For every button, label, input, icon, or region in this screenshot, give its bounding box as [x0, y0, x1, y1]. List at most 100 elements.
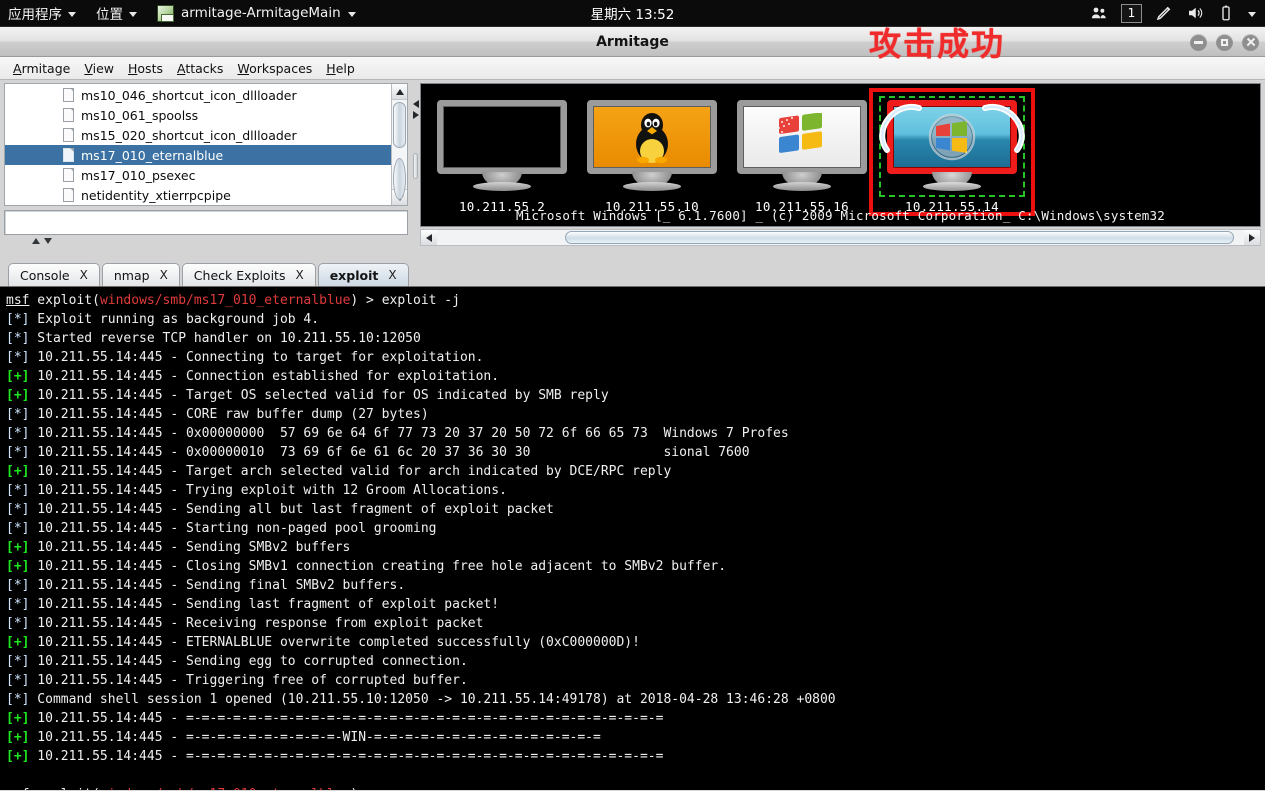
tab-close-icon[interactable]: X — [295, 268, 303, 282]
console-module-path: windows/smb/ms17_010_eternalblue — [99, 293, 351, 308]
console-line: [*] 10.211.55.14:445 - Receiving respons… — [6, 614, 1265, 633]
document-icon — [63, 168, 74, 182]
monitor-screen — [737, 100, 867, 174]
scrollbar-thumb[interactable] — [565, 231, 1234, 244]
console-line-text: 10.211.55.14:445 - Target arch selected … — [29, 464, 672, 479]
module-tree-item[interactable]: netidentity_xtierrpcpipe — [5, 185, 391, 205]
tab-close-icon[interactable]: X — [80, 268, 88, 282]
module-tree-item[interactable]: ms10_046_shortcut_icon_dllloader — [5, 85, 391, 105]
split-pane-divider[interactable] — [411, 80, 420, 248]
collapse-right-icon[interactable] — [412, 111, 419, 119]
minimize-button[interactable] — [1190, 33, 1207, 51]
console-line: [*] 10.211.55.14:445 - Sending last frag… — [6, 595, 1265, 614]
tab-exploit[interactable]: exploit X — [317, 263, 409, 286]
host-node[interactable]: 10.211.55.2 — [429, 98, 575, 214]
tab-check-exploits[interactable]: Check Exploits X — [181, 263, 316, 286]
tux-linux-icon — [636, 113, 668, 164]
console-line-text: 10.211.55.14:445 - Sending egg to corrup… — [29, 654, 468, 669]
console-line: [*] 10.211.55.14:445 - Sending egg to co… — [6, 652, 1265, 671]
module-tree-item[interactable]: ms10_061_spoolss — [5, 105, 391, 125]
collapse-down-icon[interactable] — [44, 237, 52, 244]
window-titlebar[interactable]: Armitage — [0, 27, 1265, 57]
armitage-app-icon — [157, 4, 174, 22]
taskbar-window-armitage[interactable]: armitage-ArmitageMain — [147, 0, 366, 27]
module-tree-item-label: ms10_046_shortcut_icon_dllloader — [81, 87, 297, 103]
host-node[interactable]: 10.211.55.16 — [729, 98, 875, 214]
module-tree-item-selected[interactable]: ms17_010_eternalblue — [5, 145, 391, 165]
host-node[interactable]: 10.211.55.10 — [579, 98, 725, 214]
console-output[interactable]: msf exploit(windows/smb/ms17_010_eternal… — [0, 287, 1265, 790]
console-info-marker: [*] — [6, 331, 30, 346]
chevron-down-icon[interactable] — [1248, 11, 1256, 17]
scrollbar-thumb-secondary[interactable] — [392, 158, 406, 200]
tab-close-icon[interactable]: X — [388, 268, 396, 282]
applications-menu[interactable]: 应用程序 — [0, 0, 86, 27]
menu-hosts[interactable]: Hosts — [121, 59, 170, 78]
console-line-text: 10.211.55.14:445 - Connection establishe… — [29, 369, 500, 384]
places-menu[interactable]: 位置 — [86, 0, 147, 27]
monitor-icon — [429, 98, 575, 194]
monitor-screen — [887, 100, 1017, 174]
scroll-left-arrow[interactable] — [421, 230, 437, 245]
console-line: msf exploit(windows/smb/ms17_010_eternal… — [6, 785, 1265, 790]
applications-menu-label: 应用程序 — [8, 7, 62, 23]
volume-icon[interactable] — [1186, 4, 1204, 22]
module-search-field[interactable] — [4, 210, 408, 235]
window-controls — [1190, 27, 1259, 57]
tab-nmap[interactable]: nmap X — [101, 263, 180, 286]
module-tree-item[interactable]: ms15_020_shortcut_icon_dllloader — [5, 125, 391, 145]
console-line-text: 10.211.55.14:445 - =-=-=-=-=-=-=-=-=-=-W… — [29, 730, 601, 745]
tab-close-icon[interactable]: X — [160, 268, 168, 282]
divider-grip[interactable] — [413, 153, 418, 179]
search-input[interactable] — [5, 211, 407, 234]
host-node-compromised[interactable]: 10.211.55.14 — [869, 88, 1035, 216]
graph-overlay-text: Microsoft Windows [_ 6.1.7600] _ (c) 200… — [516, 208, 1165, 223]
menu-view[interactable]: View — [77, 59, 121, 78]
console-prompt-command: ) > — [350, 787, 381, 790]
module-browser-pane: ms10_046_shortcut_icon_dllloader ms10_06… — [0, 80, 411, 248]
windows-7-logo-icon — [928, 113, 976, 161]
graph-horizontal-scrollbar[interactable] — [420, 229, 1261, 246]
console-line-text: 10.211.55.14:445 - Sending final SMBv2 b… — [29, 578, 406, 593]
workspace-indicator[interactable]: 1 — [1121, 3, 1142, 23]
collapse-up-icon[interactable] — [32, 237, 40, 244]
collapse-left-icon[interactable] — [412, 100, 419, 108]
console-info-marker: [*] — [6, 312, 30, 327]
tab-label: exploit — [329, 267, 379, 283]
system-tray: 1 — [1090, 0, 1265, 27]
upper-split-area: ms10_046_shortcut_icon_dllloader ms10_06… — [0, 80, 1265, 248]
menu-workspaces[interactable]: Workspaces — [230, 59, 319, 78]
monitor-screen — [437, 100, 567, 174]
module-tree-vertical-scrollbar[interactable] — [391, 84, 407, 205]
host-graph-canvas[interactable]: 10.211.55.2 10.211.55.10 10.211.55.16 10… — [420, 83, 1261, 227]
module-tree[interactable]: ms10_046_shortcut_icon_dllloader ms10_06… — [5, 84, 391, 205]
console-info-marker: [*] — [6, 673, 30, 688]
places-menu-label: 位置 — [96, 7, 123, 23]
taskbar-window-label: armitage-ArmitageMain — [181, 5, 341, 21]
scroll-right-arrow[interactable] — [1244, 230, 1260, 245]
console-line: [+] 10.211.55.14:445 - Closing SMBv1 con… — [6, 557, 1265, 576]
menu-help[interactable]: Help — [319, 59, 362, 78]
console-module-path: windows/smb/ms17_010_eternalblue — [100, 787, 350, 790]
console-line-text: 10.211.55.14:445 - ETERNALBLUE overwrite… — [29, 635, 640, 650]
console-line: [*] Started reverse TCP handler on 10.21… — [6, 329, 1265, 348]
pen-icon[interactable] — [1155, 4, 1173, 22]
menu-attacks[interactable]: Attacks — [170, 59, 230, 78]
menu-armitage[interactable]: Armitage — [6, 59, 77, 78]
maximize-button[interactable] — [1216, 33, 1233, 51]
console-success-marker: [+] — [6, 559, 30, 574]
scrollbar-track[interactable] — [437, 230, 1244, 245]
console-prompt-text: exploit( — [29, 293, 100, 308]
scrollbar-track[interactable] — [391, 100, 407, 200]
monitor-screen — [587, 100, 717, 174]
battery-icon[interactable] — [1217, 4, 1235, 22]
module-tree-item[interactable]: ms17_010_psexec — [5, 165, 391, 185]
close-button[interactable] — [1242, 33, 1259, 51]
scroll-up-arrow[interactable] — [391, 84, 407, 100]
tab-label: nmap — [113, 267, 150, 283]
tab-console[interactable]: Console X — [8, 263, 100, 286]
console-line: [*] 10.211.55.14:445 - 0x00000000 57 69 … — [6, 424, 1265, 443]
scrollbar-thumb[interactable] — [392, 102, 406, 148]
module-tree-item-label: ms17_010_eternalblue — [81, 147, 224, 163]
users-icon[interactable] — [1090, 4, 1108, 22]
